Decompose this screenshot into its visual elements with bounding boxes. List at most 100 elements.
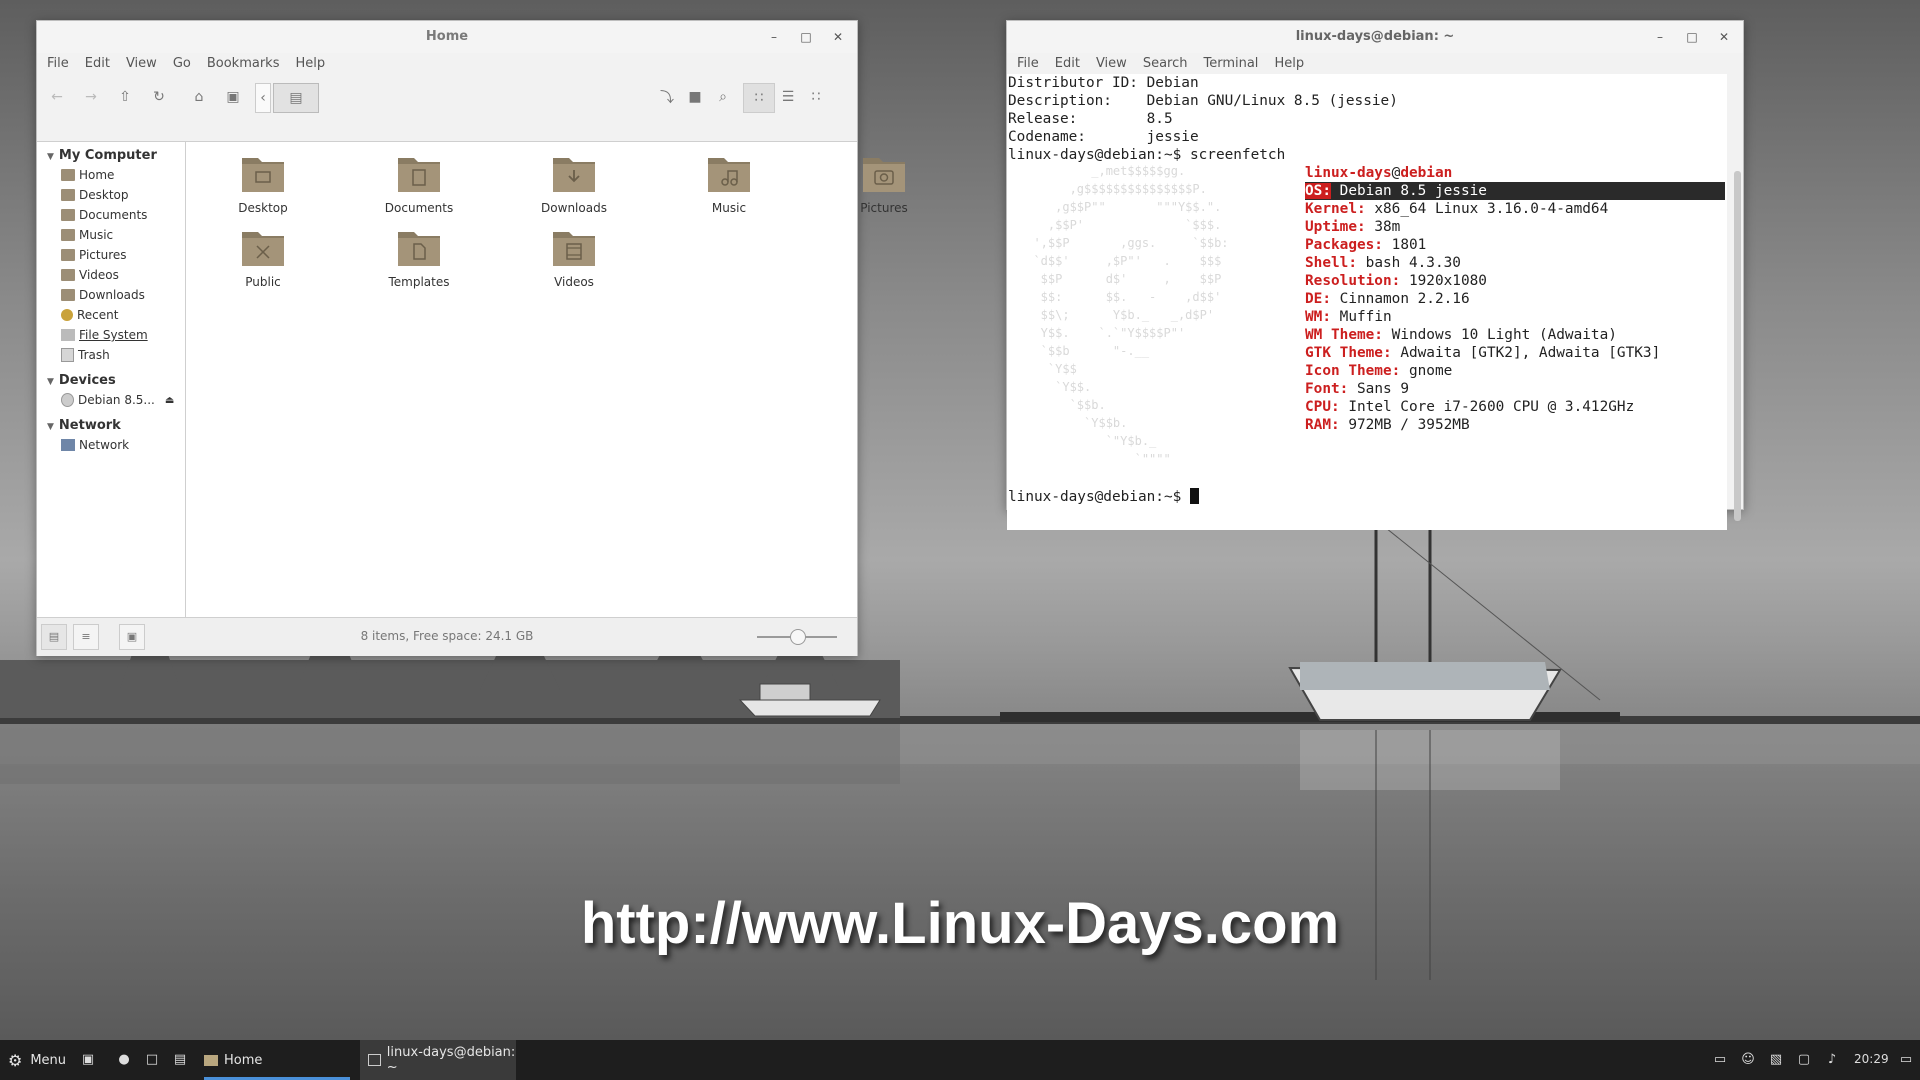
- eject-icon[interactable]: ⏏: [165, 395, 174, 406]
- terminal-scrollbar[interactable]: [1734, 171, 1741, 521]
- menu-view[interactable]: View: [1090, 53, 1137, 75]
- terminal-cursor: [1189, 488, 1199, 504]
- terminal-launcher-icon[interactable]: □: [144, 1052, 160, 1068]
- toggle-location-icon[interactable]: ⤵: [655, 83, 679, 111]
- network-icon[interactable]: ▢: [1796, 1052, 1812, 1068]
- home-icon[interactable]: ⌂: [187, 83, 211, 111]
- menu-view[interactable]: View: [120, 53, 167, 75]
- clock[interactable]: 20:29: [1854, 1052, 1889, 1066]
- clipboard-icon[interactable]: ▧: [1768, 1052, 1784, 1068]
- menu-help[interactable]: Help: [1268, 53, 1314, 75]
- file-manager-toolbar: ← → ⇧ ↻ ⌂ ▣ ‹ ▤ ⤵ ■ ⌕ ∷ ☰ ∷: [37, 75, 857, 119]
- zoom-slider-handle[interactable]: [790, 629, 806, 645]
- sidebar-item-music[interactable]: Music: [37, 225, 185, 245]
- screen-icon[interactable]: ▭: [1712, 1052, 1728, 1068]
- taskbar: ⚙ Menu ▣ ● □ ▤ Home linux-days@debian: ~…: [0, 1040, 1920, 1080]
- sidebar-item-file-system[interactable]: File System: [37, 325, 185, 345]
- lsb-line: Codename: jessie: [1008, 129, 1199, 145]
- fetch-line: RAM: 972MB / 3952MB: [1305, 417, 1470, 433]
- sidebar-section-network[interactable]: ▼ Network: [37, 410, 185, 435]
- sidebar-item-downloads[interactable]: Downloads: [37, 285, 185, 305]
- places-sidebar: ▼ My Computer Home Desktop Documents Musi…: [37, 141, 186, 618]
- menu-file[interactable]: File: [41, 53, 79, 75]
- file-item-templates[interactable]: Templates: [364, 226, 474, 289]
- sidebar-item-videos[interactable]: Videos: [37, 265, 185, 285]
- minimize-button[interactable]: –: [765, 28, 783, 46]
- search-icon[interactable]: ⌕: [711, 83, 735, 111]
- file-item-music[interactable]: Music: [674, 152, 784, 215]
- fetch-line: WM Theme: Windows 10 Light (Adwaita): [1305, 327, 1617, 343]
- terminal-icon: [368, 1054, 381, 1066]
- files-launcher-icon[interactable]: ▤: [172, 1052, 188, 1068]
- computer-icon[interactable]: ▣: [221, 83, 245, 111]
- task-home[interactable]: Home: [204, 1040, 350, 1080]
- path-left-arrow[interactable]: ‹: [255, 83, 271, 113]
- reload-icon[interactable]: ↻: [147, 83, 171, 111]
- maximize-button[interactable]: □: [1683, 28, 1701, 46]
- sidebar-item-desktop[interactable]: Desktop: [37, 185, 185, 205]
- sidebar-item-recent[interactable]: Recent: [37, 305, 185, 325]
- sidebar-section-my-computer[interactable]: ▼ My Computer: [37, 142, 185, 165]
- sidebar-item-home[interactable]: Home: [37, 165, 185, 185]
- file-manager-titlebar[interactable]: Home – □ ✕: [37, 21, 857, 53]
- sidebar-item-debian-disc[interactable]: Debian 8.5... ⏏: [37, 390, 185, 410]
- list-view-icon[interactable]: ☰: [775, 83, 801, 111]
- file-item-documents[interactable]: Documents: [364, 152, 474, 215]
- fetch-line: Resolution: 1920x1080: [1305, 273, 1487, 289]
- file-item-videos[interactable]: Videos: [519, 226, 629, 289]
- terminal-titlebar[interactable]: linux-days@debian: ~ – □ ✕: [1007, 21, 1743, 53]
- close-button[interactable]: ✕: [1715, 28, 1733, 46]
- forward-icon[interactable]: →: [79, 83, 103, 111]
- browser-icon[interactable]: ●: [116, 1052, 132, 1068]
- menu-button[interactable]: ⚙ Menu: [8, 1040, 66, 1080]
- file-item-public[interactable]: Public: [208, 226, 318, 289]
- fetch-line: WM: Muffin: [1305, 309, 1392, 325]
- desktop-folder-icon: [61, 189, 75, 201]
- sidebar-item-pictures[interactable]: Pictures: [37, 245, 185, 265]
- home-folder-icon: [61, 169, 75, 181]
- menu-search[interactable]: Search: [1137, 53, 1198, 75]
- menu-terminal[interactable]: Terminal: [1197, 53, 1268, 75]
- close-button[interactable]: ✕: [829, 28, 847, 46]
- task-terminal[interactable]: linux-days@debian: ~: [360, 1040, 516, 1080]
- fetch-line: Shell: bash 4.3.30: [1305, 255, 1461, 271]
- menu-edit[interactable]: Edit: [1049, 53, 1090, 75]
- sidebar-item-network[interactable]: Network: [37, 435, 185, 455]
- compact-view-icon[interactable]: ∷: [803, 83, 829, 111]
- menu-file[interactable]: File: [1011, 53, 1049, 75]
- back-icon[interactable]: ←: [45, 83, 69, 111]
- terminal-window: linux-days@debian: ~ – □ ✕ File Edit Vie…: [1006, 20, 1744, 530]
- disc-icon: [61, 393, 74, 407]
- user-icon[interactable]: ☺: [1740, 1052, 1756, 1068]
- file-manager-statusbar: ▤ ≡ ▣ 8 items, Free space: 24.1 GB: [37, 617, 857, 656]
- sidebar-item-trash[interactable]: Trash: [37, 345, 185, 365]
- menu-bookmarks[interactable]: Bookmarks: [201, 53, 290, 75]
- file-view[interactable]: Desktop Documents Downloads Music Pictur…: [186, 141, 908, 618]
- terminal-output[interactable]: Distributor ID: Debian Description: Debi…: [1007, 74, 1727, 530]
- terminal-title: linux-days@debian: ~: [1295, 29, 1455, 44]
- new-folder-icon[interactable]: ■: [683, 83, 707, 111]
- file-manager-window: Home – □ ✕ File Edit View Go Bookmarks H…: [36, 20, 908, 656]
- minimize-button[interactable]: –: [1651, 28, 1669, 46]
- file-item-desktop[interactable]: Desktop: [208, 152, 318, 215]
- menu-go[interactable]: Go: [167, 53, 201, 75]
- fetch-userhost: linux-days@debian: [1305, 165, 1453, 181]
- icon-view-icon[interactable]: ∷: [743, 83, 775, 113]
- volume-icon[interactable]: ♪: [1824, 1052, 1840, 1068]
- up-icon[interactable]: ⇧: [113, 83, 137, 111]
- maximize-button[interactable]: □: [797, 28, 815, 46]
- path-home-button[interactable]: ▤: [273, 83, 319, 113]
- sidebar-section-devices[interactable]: ▼ Devices: [37, 365, 185, 390]
- sidebar-item-documents[interactable]: Documents: [37, 205, 185, 225]
- network-icon: [61, 439, 75, 451]
- show-desktop-icon[interactable]: ▣: [80, 1052, 96, 1068]
- lsb-line: Distributor ID: Debian: [1008, 75, 1199, 91]
- notifications-icon[interactable]: ▭: [1898, 1052, 1914, 1068]
- folder-icon: [242, 232, 284, 266]
- zoom-slider[interactable]: [757, 629, 837, 645]
- file-item-pictures[interactable]: Pictures: [829, 152, 939, 215]
- status-text: 8 items, Free space: 24.1 GB: [360, 629, 534, 643]
- file-item-downloads[interactable]: Downloads: [519, 152, 629, 215]
- menu-edit[interactable]: Edit: [79, 53, 120, 75]
- menu-help[interactable]: Help: [289, 53, 335, 75]
